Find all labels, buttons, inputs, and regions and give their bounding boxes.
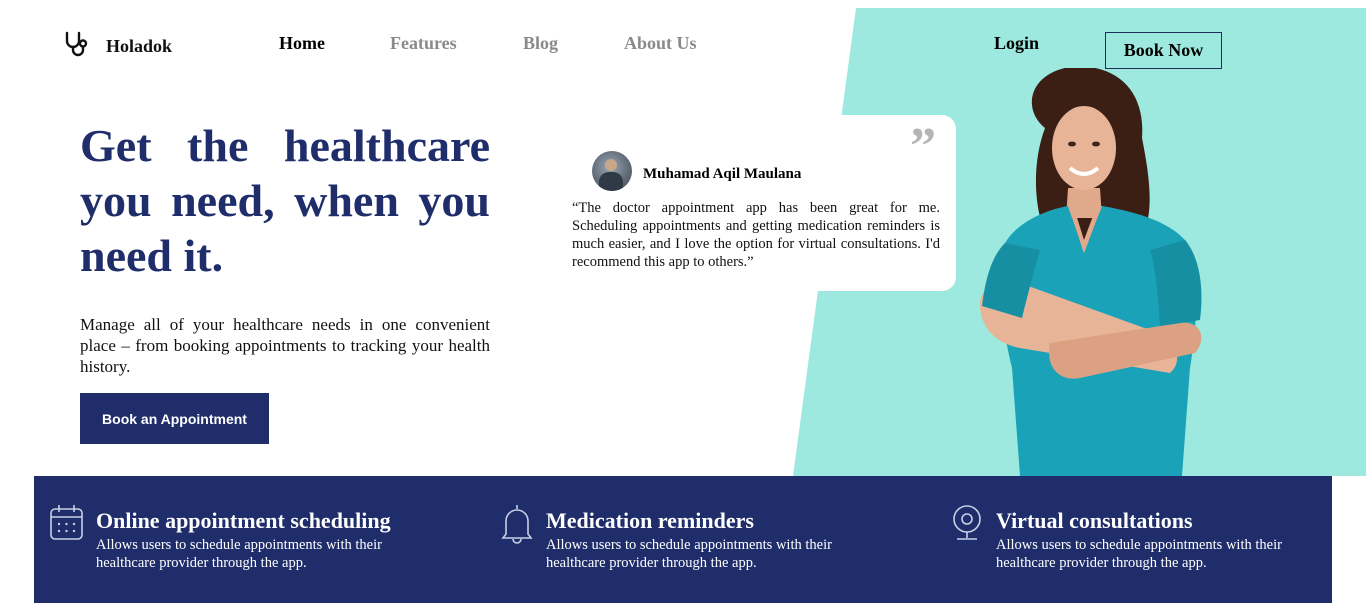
login-link[interactable]: Login bbox=[994, 33, 1039, 54]
testimonial-text: “The doctor appointment app has been gre… bbox=[572, 200, 940, 270]
feature-title: Virtual consultations bbox=[996, 508, 1193, 533]
stethoscope-icon bbox=[62, 30, 90, 63]
testimonial-author: Muhamad Aqil Maulana bbox=[643, 166, 802, 182]
hero-title: Get the healthcare you need, when you ne… bbox=[80, 120, 490, 281]
avatar bbox=[592, 151, 632, 191]
testimonial-card: ” Muhamad Aqil Maulana “The doctor appoi… bbox=[552, 115, 956, 291]
doctor-photo bbox=[979, 68, 1202, 476]
feature-title: Medication reminders bbox=[546, 508, 754, 533]
nav-home[interactable]: Home bbox=[279, 33, 325, 54]
bell-icon bbox=[500, 504, 534, 544]
nav-about-us[interactable]: About Us bbox=[624, 33, 697, 54]
webcam-icon bbox=[950, 504, 984, 544]
book-now-button[interactable]: Book Now bbox=[1105, 32, 1222, 69]
quote-icon: ” bbox=[910, 118, 936, 175]
nav-blog[interactable]: Blog bbox=[523, 33, 558, 54]
brand-logo[interactable]: Holadok bbox=[62, 30, 172, 63]
book-appointment-button[interactable]: Book an Appointment bbox=[80, 393, 269, 444]
feature-description: Allows users to schedule appointments wi… bbox=[546, 537, 832, 571]
brand-name: Holadok bbox=[106, 36, 173, 56]
features-section: Online appointment scheduling Allows use… bbox=[34, 476, 1332, 603]
feature-description: Allows users to schedule appointments wi… bbox=[96, 537, 382, 571]
feature-description: Allows users to schedule appointments wi… bbox=[996, 537, 1282, 571]
nav-features[interactable]: Features bbox=[390, 33, 457, 54]
feature-title: Online appointment scheduling bbox=[96, 508, 391, 533]
calendar-icon bbox=[50, 504, 84, 544]
hero-description: Manage all of your healthcare needs in o… bbox=[80, 315, 490, 376]
